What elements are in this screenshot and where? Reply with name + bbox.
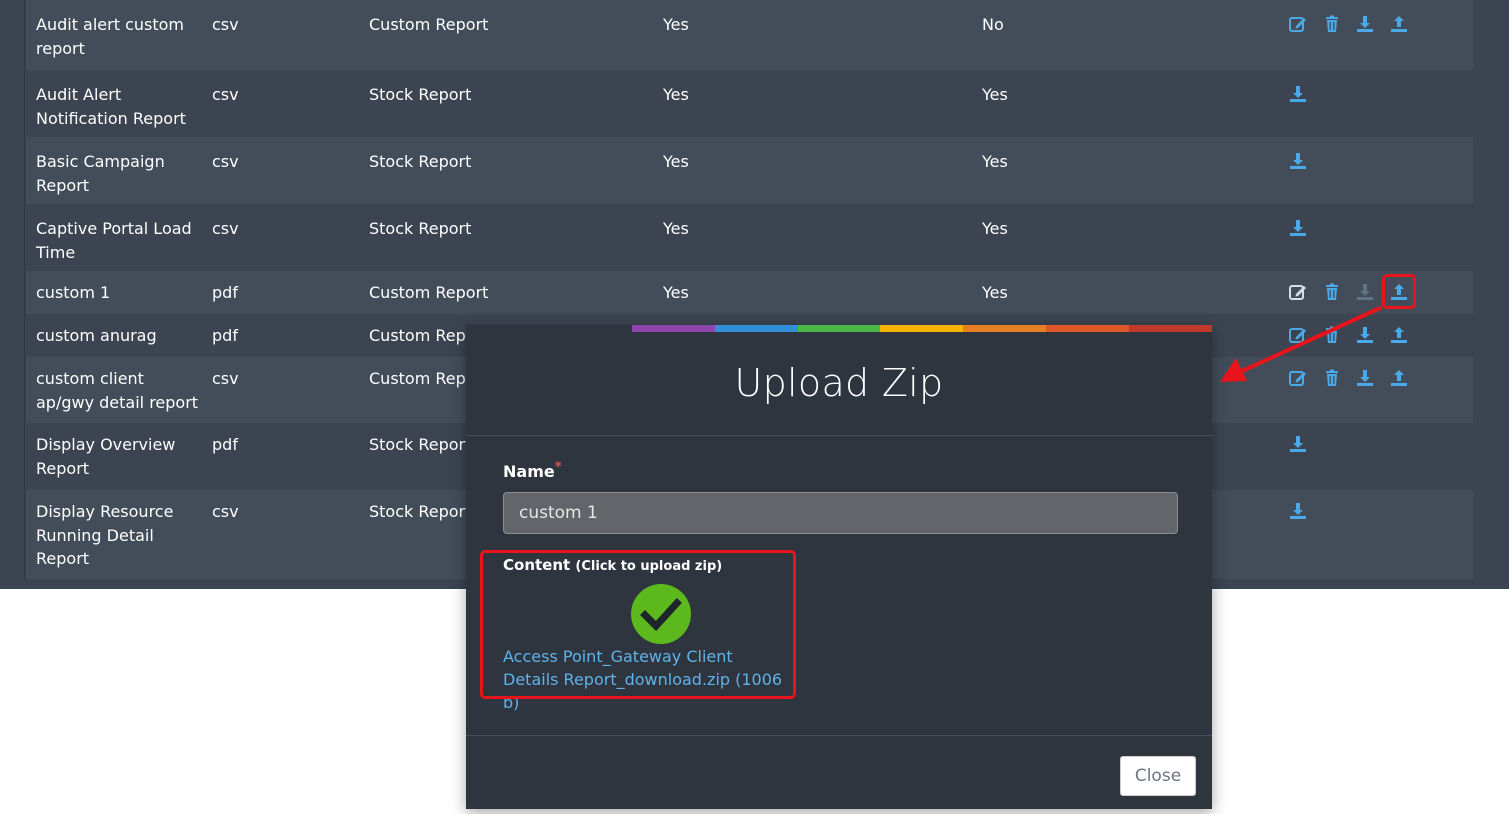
report-name: Captive Portal Load Time	[36, 219, 192, 262]
delete-icon[interactable]	[1322, 368, 1342, 388]
stripe-segment	[880, 325, 964, 332]
upload-zip-modal: Upload Zip Name* custom 1 Content (Click…	[466, 325, 1213, 809]
report-format: csv	[212, 369, 239, 388]
table-row: Audit alert custom report csv Custom Rep…	[26, 0, 1473, 70]
download-icon[interactable]	[1355, 325, 1375, 345]
report-type: Stock Report	[369, 502, 472, 521]
stripe-segment	[548, 325, 632, 332]
edit-icon[interactable]	[1288, 325, 1308, 345]
close-button[interactable]: Close	[1120, 756, 1196, 796]
report-type: Stock Report	[369, 219, 472, 238]
table-row: custom 1 pdf Custom Report Yes Yes	[26, 271, 1473, 314]
report-name: custom anurag	[36, 326, 157, 345]
report-type: Custom Report	[369, 283, 489, 302]
report-flag-2: No	[982, 15, 1004, 34]
report-name: custom 1	[36, 283, 111, 302]
report-flag-1: Yes	[663, 85, 689, 104]
delete-icon[interactable]	[1322, 325, 1342, 345]
report-format: csv	[212, 502, 239, 521]
download-icon[interactable]	[1288, 501, 1308, 521]
report-flag-1: Yes	[663, 283, 689, 302]
stripe-segment	[963, 325, 1047, 332]
name-label-text: Name	[503, 462, 555, 481]
download-icon[interactable]	[1288, 434, 1308, 454]
edit-icon[interactable]	[1288, 368, 1308, 388]
stripe-segment	[466, 325, 549, 332]
upload-icon[interactable]	[1389, 14, 1409, 34]
upload-icon[interactable]	[1389, 368, 1409, 388]
report-flag-1: Yes	[663, 219, 689, 238]
download-icon[interactable]	[1288, 84, 1308, 104]
report-type: Stock Report	[369, 85, 472, 104]
download-icon[interactable]	[1288, 218, 1308, 238]
report-name: Display Resource Running Detail Report	[36, 502, 174, 568]
report-flag-1: Yes	[663, 152, 689, 171]
table-row: Basic Campaign Report csv Stock Report Y…	[26, 137, 1473, 204]
stripe-segment	[1129, 325, 1213, 332]
upload-icon[interactable]	[1389, 325, 1409, 345]
report-type: Stock Report	[369, 435, 472, 454]
report-name: Audit alert custom report	[36, 15, 184, 58]
stripe-segment	[797, 325, 881, 332]
report-flag-2: Yes	[982, 283, 1008, 302]
edit-icon[interactable]	[1288, 282, 1308, 302]
upload-icon-highlight	[1382, 274, 1416, 309]
modal-header-divider	[466, 435, 1212, 436]
name-field[interactable]: custom 1	[503, 492, 1178, 534]
delete-icon[interactable]	[1322, 282, 1342, 302]
report-flag-2: Yes	[982, 85, 1008, 104]
download-icon[interactable]	[1355, 282, 1375, 302]
report-format: pdf	[212, 435, 238, 454]
report-format: csv	[212, 85, 239, 104]
edit-icon[interactable]	[1288, 14, 1308, 34]
report-format: csv	[212, 15, 239, 34]
report-name: Basic Campaign Report	[36, 152, 165, 195]
stripe-segment	[631, 325, 715, 332]
download-icon[interactable]	[1355, 14, 1375, 34]
download-icon[interactable]	[1355, 368, 1375, 388]
report-format: csv	[212, 152, 239, 171]
report-type: Stock Report	[369, 152, 472, 171]
stripe-segment	[1046, 325, 1130, 332]
report-format: pdf	[212, 283, 238, 302]
stripe-segment	[714, 325, 798, 332]
report-type: Custom Report	[369, 15, 489, 34]
name-label: Name*	[503, 460, 562, 481]
table-row: Audit Alert Notification Report csv Stoc…	[26, 70, 1473, 137]
delete-icon[interactable]	[1322, 14, 1342, 34]
modal-title: Upload Zip	[734, 361, 944, 405]
report-flag-1: Yes	[663, 15, 689, 34]
report-name: Audit Alert Notification Report	[36, 85, 186, 128]
report-name: custom client ap/gwy detail report	[36, 369, 199, 412]
report-format: csv	[212, 219, 239, 238]
modal-color-stripe	[466, 325, 1213, 332]
content-upload-highlight	[480, 550, 796, 699]
report-name: Display Overview Report	[36, 435, 176, 478]
report-flag-2: Yes	[982, 219, 1008, 238]
report-flag-2: Yes	[982, 152, 1008, 171]
report-format: pdf	[212, 326, 238, 345]
modal-footer-divider	[466, 735, 1212, 736]
table-row: Captive Portal Load Time csv Stock Repor…	[26, 204, 1473, 271]
required-mark: *	[554, 460, 562, 475]
download-icon[interactable]	[1288, 151, 1308, 171]
